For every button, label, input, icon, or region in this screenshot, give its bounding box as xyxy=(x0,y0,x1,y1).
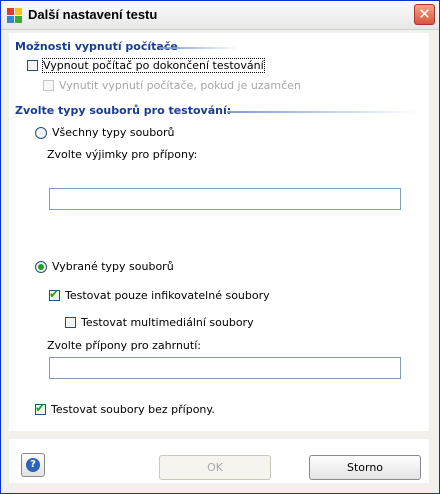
file-types-section-title: Zvolte typy souborů pro testování: xyxy=(15,104,232,117)
force-shutdown-label: Vynutit vypnutí počítače, pokud je uzamč… xyxy=(59,79,301,92)
checkmark-icon: ✔ xyxy=(35,401,46,415)
radio-selected-dot xyxy=(38,263,44,270)
selected-types-option[interactable]: Vybrané typy souborů xyxy=(35,260,174,273)
infectable-only-checkbox[interactable]: ✔ xyxy=(49,287,60,301)
include-label-row: Zvolte přípony pro zahrnutí: xyxy=(47,339,201,352)
cancel-button[interactable]: Storno xyxy=(309,455,421,480)
checkmark-icon: ✔ xyxy=(49,287,60,301)
help-icon: ? xyxy=(26,458,40,472)
multimedia-option[interactable]: Testovat multimediální soubory xyxy=(65,316,254,329)
button-bar: ? OK Storno xyxy=(9,439,429,483)
close-button[interactable]: ✕ xyxy=(414,4,435,25)
multimedia-label: Testovat multimediální soubory xyxy=(81,316,254,329)
ok-button[interactable]: OK xyxy=(159,455,271,480)
no-extension-checkbox[interactable]: ✔ xyxy=(35,401,46,415)
infectable-only-option[interactable]: ✔ Testovat pouze infikovatelné soubory xyxy=(49,287,270,302)
section-divider xyxy=(159,47,239,49)
shutdown-section-title: Možnosti vypnutí počítače xyxy=(15,40,178,53)
no-extension-label: Testovat soubory bez přípony. xyxy=(51,403,215,416)
shutdown-after-scan-label: Vypnout počítač po dokončení testování xyxy=(42,58,265,73)
include-text-input[interactable] xyxy=(49,357,401,379)
settings-panel: Možnosti vypnutí počítače Vypnout počíta… xyxy=(9,33,429,431)
selected-types-label: Vybrané typy souborů xyxy=(52,260,174,273)
avg-logo-icon xyxy=(7,8,23,24)
section-divider xyxy=(227,111,417,113)
exceptions-label: Zvolte výjimky pro přípony: xyxy=(47,148,198,161)
exceptions-text-input[interactable] xyxy=(49,188,401,210)
force-shutdown-checkbox[interactable] xyxy=(43,80,54,91)
include-label: Zvolte přípony pro zahrnutí: xyxy=(47,339,201,352)
all-types-option[interactable]: Všechny typy souborů xyxy=(35,126,174,139)
exceptions-label-row: Zvolte výjimky pro přípony: xyxy=(47,148,197,161)
all-types-radio[interactable] xyxy=(35,126,47,139)
title-bar[interactable]: Další nastavení testu ✕ xyxy=(1,1,439,30)
all-types-label: Všechny typy souborů xyxy=(52,126,175,139)
force-shutdown-option[interactable]: Vynutit vypnutí počítače, pokud je uzamč… xyxy=(43,79,301,92)
shutdown-after-scan-option[interactable]: Vypnout počítač po dokončení testování xyxy=(27,58,265,73)
help-button[interactable]: ? xyxy=(21,453,45,477)
settings-dialog: Další nastavení testu ✕ Možnosti vypnutí… xyxy=(0,0,440,494)
close-icon: ✕ xyxy=(418,5,431,23)
shutdown-after-scan-checkbox[interactable] xyxy=(27,60,38,71)
infectable-only-label: Testovat pouze infikovatelné soubory xyxy=(65,289,270,302)
multimedia-checkbox[interactable] xyxy=(65,317,76,328)
selected-types-radio[interactable] xyxy=(35,260,47,273)
no-extension-option[interactable]: ✔ Testovat soubory bez přípony. xyxy=(35,401,215,416)
window-title: Další nastavení testu xyxy=(28,7,158,22)
